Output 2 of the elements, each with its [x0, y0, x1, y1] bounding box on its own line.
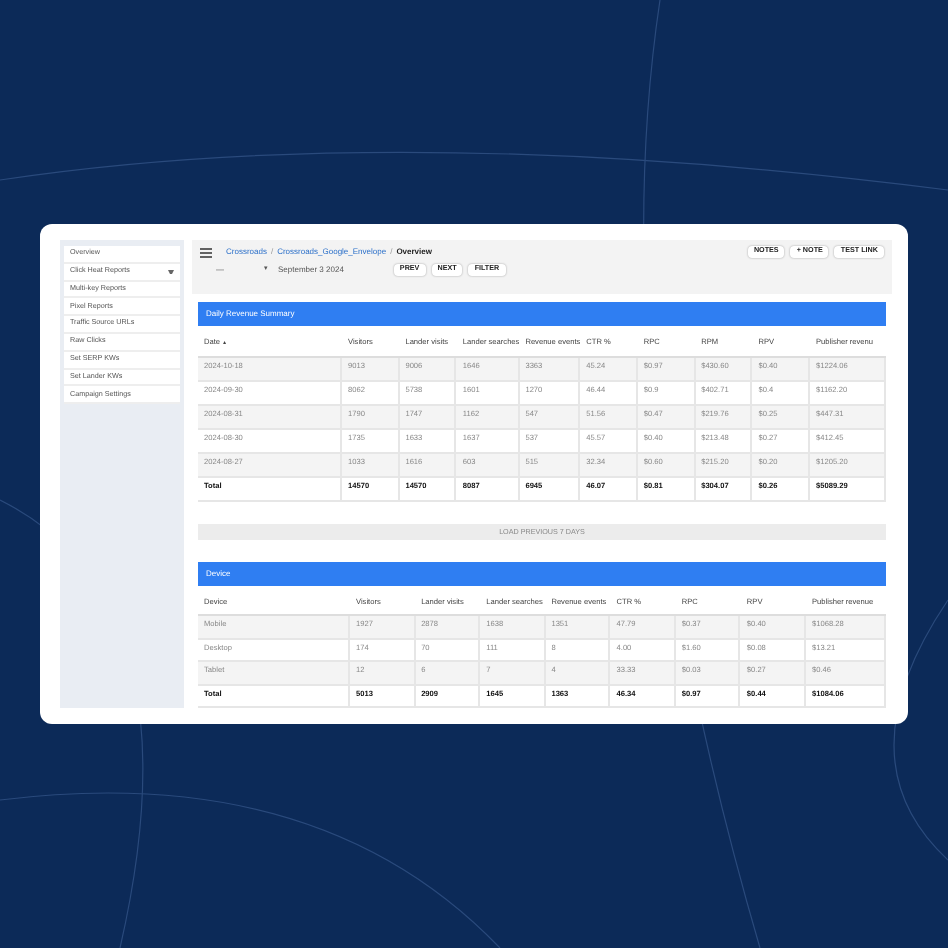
chevron-icon: [168, 269, 174, 274]
menu-icon[interactable]: [200, 247, 212, 257]
